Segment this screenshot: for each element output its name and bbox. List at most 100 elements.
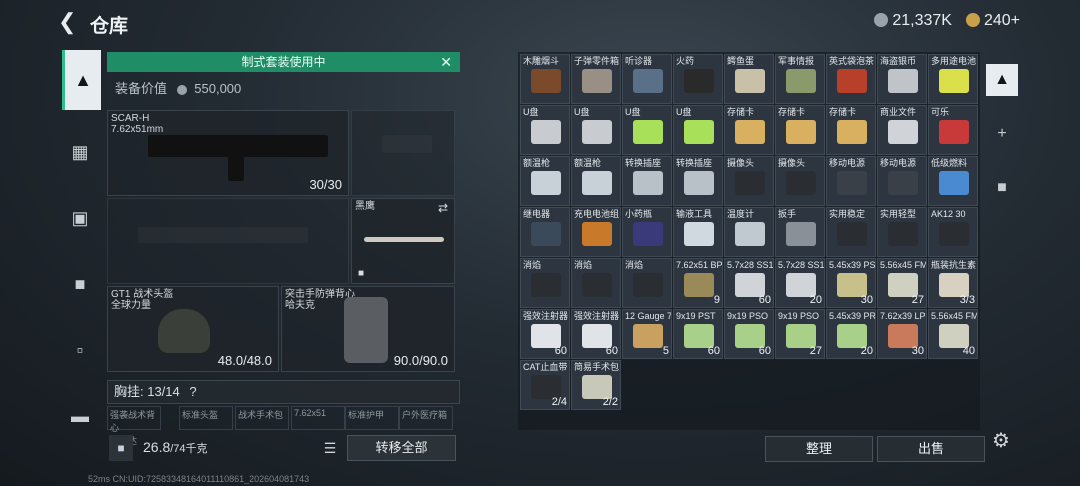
rig-slot[interactable]: 战术手术包 [235,406,289,430]
item-name: 9x19 PSO [727,311,769,321]
item-name: 移动电源 [880,158,917,168]
storage-item[interactable]: 强效注射器 60 [520,309,570,359]
storage-item[interactable]: 火药 [673,54,723,104]
rig-slot[interactable]: 7.62x51 [291,406,345,430]
storage-item[interactable]: U盘 [673,105,723,155]
storage-item[interactable]: 实用稳定 [826,207,876,257]
storage-item[interactable]: 木雕烟斗 [520,54,570,104]
storage-item[interactable]: 子弹零件箱 [571,54,621,104]
storage-item[interactable]: 强效注射器 60 [571,309,621,359]
rig-slot[interactable]: 标准护甲 [345,406,399,430]
storage-item[interactable]: 转换插座 [622,156,672,206]
melee-slot[interactable]: 黑鹰 ⇄ ■ [351,198,455,284]
gold-balance[interactable]: 240+ [965,12,1020,30]
storage-item[interactable]: U盘 [622,105,672,155]
transfer-all-button[interactable]: 转移全部 [347,435,456,461]
rig-slot[interactable]: 强袭战术背心阿萨达 [107,406,161,446]
storage-item[interactable]: 存储卡 [826,105,876,155]
bag-icon[interactable]: ■ [62,266,98,302]
left-nav: ▲ ▦ ▣ ■ ▫ ▬ [62,50,101,460]
pistol-slot[interactable] [351,110,455,196]
storage-item[interactable]: 9x19 PSO 27 [775,309,825,359]
item-icon [582,69,612,93]
storage-item[interactable]: 5.56x45 FMJ 27 [877,258,927,308]
storage-item[interactable]: 实用轻型 [877,207,927,257]
storage-item[interactable]: 5.56x45 FMJ 40 [928,309,978,359]
storage-item[interactable]: 扳手 [775,207,825,257]
sell-button[interactable]: 出售 [877,436,985,462]
storage-item[interactable]: 7.62x51 BPZ 9 [673,258,723,308]
storage-item[interactable]: 转换插座 [673,156,723,206]
storage-item[interactable]: 消焰 [520,258,570,308]
storage-item[interactable]: 移动电源 [877,156,927,206]
storage-item[interactable]: 12 Gauge 7.5 5 [622,309,672,359]
case-icon[interactable]: ▫ [62,332,98,368]
storage-item[interactable]: 9x19 PST 60 [673,309,723,359]
sort-button[interactable]: 整理 [765,436,873,462]
storage-item[interactable]: 充电电池组 [571,207,621,257]
storage-item[interactable]: 存储卡 [724,105,774,155]
storage-item[interactable]: 移动电源 [826,156,876,206]
storage-item[interactable]: 商业文件 [877,105,927,155]
storage-item[interactable]: 瓶装抗生素 3/3 [928,258,978,308]
storage-item[interactable]: 鳄鱼蛋 [724,54,774,104]
storage-item[interactable]: 5.45x39 PRS 20 [826,309,876,359]
rig-slot[interactable]: 标准头盔 [179,406,233,430]
storage-item[interactable]: 军事情报 [775,54,825,104]
item-name: 7.62x51 BPZ [676,260,723,270]
rig-slot[interactable]: 户外医疗箱 [399,406,453,430]
storage-item[interactable]: 海盗银币 [877,54,927,104]
backpack-icon[interactable]: ▣ [62,200,98,236]
storage-item[interactable]: 低级燃料 [928,156,978,206]
storage-item[interactable]: 消焰 [622,258,672,308]
storage-tab-icon[interactable]: ▲ [986,64,1018,96]
storage-item[interactable]: 听诊器 [622,54,672,104]
primary-weapon-slot[interactable]: SCAR-H 7.62x51mm 30/30 [107,110,349,196]
item-name: 多用途电池 [931,56,977,66]
pistol-icon[interactable]: ▲ [62,50,101,110]
storage-item[interactable]: 9x19 PSO 60 [724,309,774,359]
help-icon[interactable]: ? [189,384,196,399]
storage-item[interactable]: 温度计 [724,207,774,257]
close-icon[interactable]: ✕ [440,52,452,72]
vest-slot[interactable]: 突击手防弹背心 哈夫克 90.0/90.0 [281,286,455,372]
item-name: 军事情报 [778,56,815,66]
storage-item[interactable]: 输液工具 [673,207,723,257]
add-gold-button[interactable]: + [1011,12,1020,29]
list-icon[interactable]: ☰ [319,437,341,459]
storage-item[interactable]: 英式袋泡茶 [826,54,876,104]
lock-icon[interactable]: ■ [109,435,133,461]
storage-item[interactable]: 消焰 [571,258,621,308]
armor-icon[interactable]: ▦ [62,134,98,170]
storage-item[interactable]: AK12 30 [928,207,978,257]
gear-icon[interactable]: ⚙ [992,428,1010,453]
storage-item[interactable]: 7.62x39 LPS 30 [877,309,927,359]
lock-icon[interactable]: ■ [986,172,1018,204]
storage-item[interactable]: 5.45x39 PS 30 [826,258,876,308]
storage-item[interactable]: 继电器 [520,207,570,257]
storage-item[interactable]: 摄像头 [724,156,774,206]
storage-item[interactable]: 多用途电池 [928,54,978,104]
secondary-weapon-slot[interactable] [107,198,349,284]
storage-item[interactable]: 5.7x28 SS193SR 20 [775,258,825,308]
storage-item[interactable]: 摄像头 [775,156,825,206]
back-arrow-icon[interactable]: ❮ [58,10,82,34]
storage-item[interactable]: 小药瓶 [622,207,672,257]
chest-rig-bar[interactable]: 胸挂: 13/14 ? [107,380,460,404]
weapon-name: SCAR-H [111,113,150,124]
add-tab-icon[interactable]: + [986,118,1018,150]
storage-item[interactable]: 5.7x28 SS190SR 60 [724,258,774,308]
weapon-ammo: 30/30 [309,177,342,192]
storage-item[interactable]: 可乐 [928,105,978,155]
item-count: 30 [911,345,924,357]
storage-item[interactable]: 额温枪 [520,156,570,206]
storage-item[interactable]: U盘 [571,105,621,155]
helmet-slot[interactable]: GT1 战术头盔 全球力量 48.0/48.0 [107,286,279,372]
storage-item[interactable]: 简易手术包 2/2 [571,360,621,410]
storage-item[interactable]: 存储卡 [775,105,825,155]
storage-item[interactable]: U盘 [520,105,570,155]
storage-item[interactable]: 额温枪 [571,156,621,206]
toolbox-icon[interactable]: ▬ [62,398,98,434]
swap-icon[interactable]: ⇄ [438,201,448,215]
storage-item[interactable]: CAT止血带 2/4 [520,360,570,410]
